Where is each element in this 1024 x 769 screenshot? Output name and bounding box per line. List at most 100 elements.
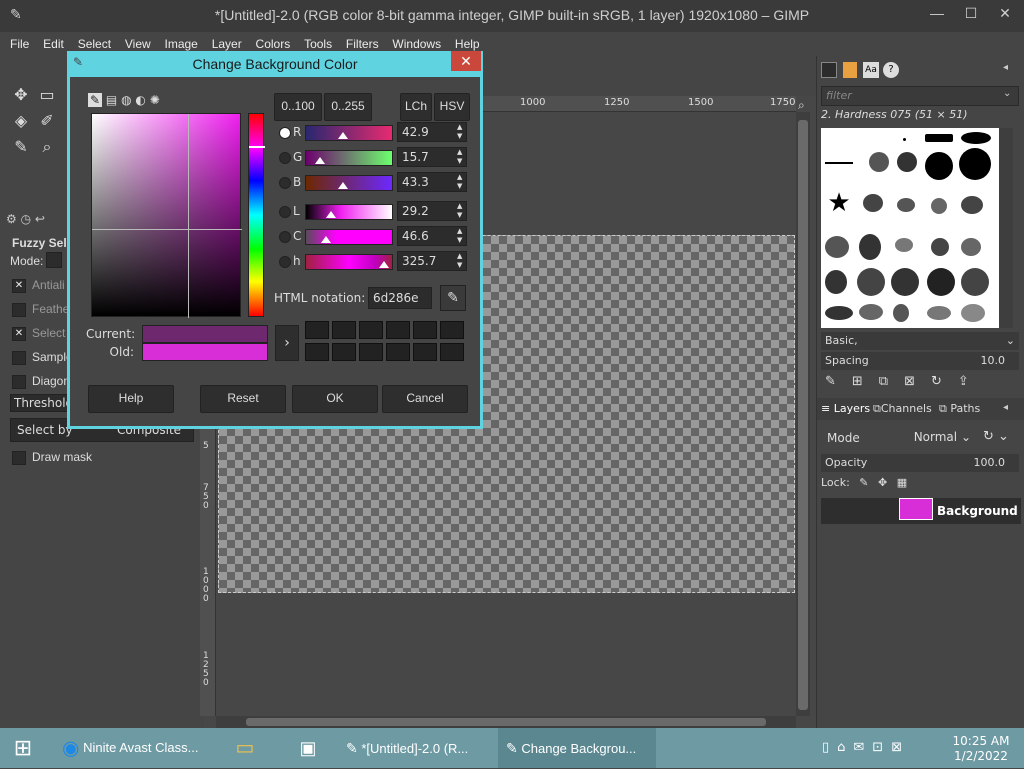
menu-select[interactable]: Select [73,32,116,51]
cancel-button[interactable]: Cancel [382,385,468,413]
channel-spin-g-icon[interactable]: ▲ ▼ [457,148,462,166]
layer-mode-dropdown[interactable]: Normal ⌄ [905,427,975,447]
rect-select-tool-icon[interactable]: ▭ [36,84,58,106]
sample-merged-option[interactable]: Sample [12,350,73,365]
menu-file[interactable]: File [0,32,34,51]
history-color-swatch[interactable] [440,343,464,361]
menu-edit[interactable]: Edit [38,32,69,51]
history-color-swatch[interactable] [359,321,383,339]
channel-slider-marker-h[interactable] [378,261,389,268]
history-color-swatch[interactable] [413,321,437,339]
channel-slider-b[interactable] [305,175,393,191]
taskbar-item-change-bg[interactable]: ✎ Change Backgrou... [498,728,656,768]
horizontal-scroll-thumb[interactable] [246,718,766,726]
history-color-swatch[interactable] [386,321,410,339]
color-selector-tabs[interactable]: ✎ ▤ ◍ ◐ ✺ [88,93,188,111]
channel-spin-r-icon[interactable]: ▲ ▼ [457,123,462,141]
horizontal-scrollbar[interactable] [216,716,796,728]
channel-radio-c[interactable] [279,231,291,243]
channel-radio-l[interactable] [279,206,291,218]
dock-config-icon[interactable]: ◂ [1003,62,1008,73]
color-picker-tool-icon[interactable]: ✎ [10,136,32,158]
mode-replace-icon[interactable] [46,252,62,268]
close-button[interactable]: ✕ [988,0,1022,28]
channel-radio-h[interactable] [279,256,291,268]
channel-radio-b[interactable] [279,177,291,189]
brush-set-dropdown[interactable]: Basic, ⌄ [821,332,1019,350]
hsv-button[interactable]: HSV [434,93,470,121]
taskbar-item-gimp[interactable]: ✎ *[Untitled]-2.0 (R... [340,728,496,768]
hue-strip[interactable] [248,113,265,317]
menu-windows[interactable]: Windows [387,32,446,51]
channel-radio-g[interactable] [279,152,291,164]
menu-view[interactable]: View [120,32,156,51]
channel-slider-c[interactable] [305,229,393,245]
history-color-swatch[interactable] [305,321,329,339]
help-tab[interactable]: ? [883,62,899,78]
menu-help[interactable]: Help [450,32,485,51]
tab-layers[interactable]: ≡ Layers [821,402,870,415]
draw-mask-checkbox[interactable] [12,450,26,465]
lock-position-icon[interactable]: ✥ [878,476,887,489]
channel-slider-marker-l[interactable] [326,211,337,218]
saturation-value-picker[interactable] [91,113,242,318]
antialias-checkbox[interactable]: ✕ [12,278,26,293]
system-tray-icons[interactable]: ▯⌂✉⊡⊠ [822,740,910,755]
tool-options-tabs[interactable]: ⚙ ◷ ↩ [6,212,66,230]
menu-colors[interactable]: Colors [251,32,296,51]
opacity-slider[interactable]: Opacity 100.0 [821,454,1019,472]
range-0-255-button[interactable]: 0..255 [324,93,372,121]
file-explorer-icon[interactable]: ▭ [222,728,268,768]
maximize-button[interactable]: ☐ [954,0,988,28]
channel-slider-marker-b[interactable] [338,182,349,189]
windows-start-icon[interactable]: ⊞ [0,728,46,768]
dialog-close-button[interactable]: ✕ [451,51,481,71]
sample-merged-checkbox[interactable] [12,350,26,365]
spacing-slider[interactable]: Spacing 10.0 [821,352,1019,370]
vertical-scroll-thumb[interactable] [798,120,808,710]
channel-radio-r[interactable] [279,127,291,139]
star-brush-icon[interactable]: ★ [825,190,853,218]
html-notation-input[interactable]: 6d286e [368,287,432,309]
range-0-100-button[interactable]: 0..100 [274,93,322,121]
channel-spin-h-icon[interactable]: ▲ ▼ [457,252,462,270]
lock-alpha-icon[interactable]: ▦ [897,476,907,489]
menu-filters[interactable]: Filters [341,32,384,51]
palette-selector-tab-icon[interactable]: ✺ [150,93,160,107]
tab-paths[interactable]: ⧉ Paths [939,402,980,416]
old-color-swatch[interactable] [142,343,268,361]
move-tool-icon[interactable]: ✥ [10,84,32,106]
history-color-swatch[interactable] [305,343,329,361]
menu-layer[interactable]: Layer [207,32,247,51]
paintbrush-tool-icon[interactable]: ✐ [36,110,58,132]
feather-option[interactable]: Feathe [12,302,69,317]
channel-spin-c-icon[interactable]: ▲ ▼ [457,227,462,245]
channel-spin-b-icon[interactable]: ▲ ▼ [457,173,462,191]
brushes-tab[interactable] [821,62,837,78]
cmyk-selector-tab-icon[interactable]: ▤ [106,93,117,107]
minimize-button[interactable]: — [920,0,954,28]
help-button[interactable]: Help [88,385,174,413]
layers-config-icon[interactable]: ◂ [1003,402,1008,413]
gimp-selector-tab-icon[interactable]: ✎ [88,93,103,107]
ok-button[interactable]: OK [292,385,378,413]
history-color-swatch[interactable] [440,321,464,339]
bucket-fill-tool-icon[interactable]: ◈ [10,110,32,132]
history-color-swatch[interactable] [386,343,410,361]
add-to-history-arrow-icon[interactable]: › [275,325,299,361]
tool-options-tab-icon[interactable]: ⚙ ◷ ↩ [6,212,45,226]
taskbar-item-ninite[interactable]: ◉ Ninite Avast Class... [54,728,210,768]
layer-row[interactable]: Background [821,498,1021,524]
channel-slider-l[interactable] [305,204,393,220]
diagonal-checkbox[interactable] [12,374,26,389]
channel-slider-marker-r[interactable] [337,132,348,139]
layer-mode-reset-icon[interactable]: ↻ ⌄ [983,429,1009,444]
fonts-tab[interactable]: Aa [863,62,879,78]
wheel-selector-tab-icon[interactable]: ◐ [135,93,145,107]
brush-filter-input[interactable]: filter [821,86,1019,106]
lock-pixels-icon[interactable]: ✎ [859,476,868,489]
vertical-scrollbar[interactable] [796,112,810,716]
control-panel-icon[interactable]: ▣ [280,728,336,768]
history-color-swatch[interactable] [413,343,437,361]
channel-slider-r[interactable] [305,125,393,141]
